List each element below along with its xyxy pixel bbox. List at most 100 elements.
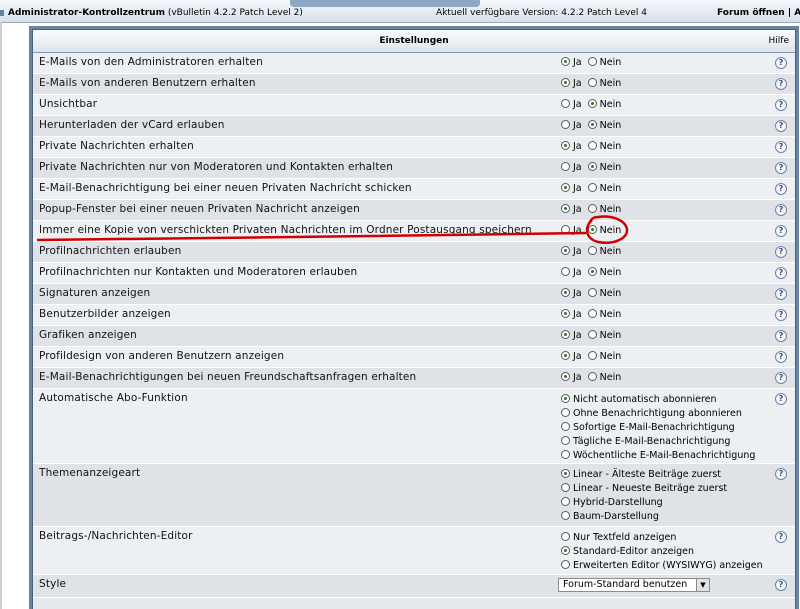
radio-button[interactable] <box>561 309 570 318</box>
radio-option-yes[interactable]: Ja <box>561 267 582 278</box>
radio-option-yes[interactable]: Ja <box>561 351 582 362</box>
radio-button[interactable] <box>561 57 570 66</box>
help-question-icon[interactable]: ? <box>775 531 787 543</box>
help-question-icon[interactable]: ? <box>775 183 787 195</box>
radio-option-no[interactable]: Nein <box>587 183 621 194</box>
help-question-icon[interactable]: ? <box>775 246 787 258</box>
radio-button[interactable] <box>561 162 570 171</box>
radio-button[interactable] <box>561 450 570 459</box>
radio-button[interactable] <box>561 394 570 403</box>
radio-button[interactable] <box>587 120 597 129</box>
radio-button[interactable] <box>587 57 597 66</box>
radio-option-yes[interactable]: Ja <box>561 141 582 152</box>
radio-button[interactable] <box>561 120 570 129</box>
radio-option[interactable]: Nicht automatisch abonnieren <box>561 393 755 407</box>
chevron-down-icon[interactable]: ▼ <box>696 579 709 591</box>
help-question-icon[interactable]: ? <box>775 204 787 216</box>
radio-option-no[interactable]: Nein <box>587 57 621 68</box>
help-question-icon[interactable]: ? <box>775 78 787 90</box>
radio-option-no[interactable]: Nein <box>587 351 621 362</box>
radio-button[interactable] <box>561 330 570 339</box>
radio-button[interactable] <box>561 351 570 360</box>
radio-button[interactable] <box>561 246 570 255</box>
radio-option-no[interactable]: Nein <box>587 204 621 215</box>
help-question-icon[interactable]: ? <box>775 372 787 384</box>
help-question-icon[interactable]: ? <box>775 162 787 174</box>
radio-option-yes[interactable]: Ja <box>561 78 582 89</box>
radio-button[interactable] <box>561 546 570 555</box>
radio-button[interactable] <box>587 225 597 234</box>
radio-option-yes[interactable]: Ja <box>561 183 582 194</box>
radio-button[interactable] <box>587 246 597 255</box>
radio-option-no[interactable]: Nein <box>587 78 621 89</box>
radio-button[interactable] <box>561 99 570 108</box>
radio-option-yes[interactable]: Ja <box>561 246 582 257</box>
radio-option[interactable]: Ohne Benachrichtigung abonnieren <box>561 407 755 421</box>
radio-option[interactable]: Standard-Editor anzeigen <box>561 545 763 559</box>
radio-option-yes[interactable]: Ja <box>561 372 582 383</box>
radio-option-no[interactable]: Nein <box>587 99 621 110</box>
help-question-icon[interactable]: ? <box>775 468 787 480</box>
radio-button[interactable] <box>587 267 597 276</box>
radio-option-yes[interactable]: Ja <box>561 309 582 320</box>
radio-option-no[interactable]: Nein <box>587 309 621 320</box>
help-question-icon[interactable]: ? <box>775 225 787 237</box>
radio-option[interactable]: Tägliche E-Mail-Benachrichtigung <box>561 435 755 449</box>
radio-option-yes[interactable]: Ja <box>561 330 582 341</box>
radio-button[interactable] <box>561 204 570 213</box>
radio-option-no[interactable]: Nein <box>587 288 621 299</box>
radio-option-no[interactable]: Nein <box>587 246 621 257</box>
radio-button[interactable] <box>587 309 597 318</box>
radio-option-no[interactable]: Nein <box>587 267 621 278</box>
radio-button[interactable] <box>561 267 570 276</box>
radio-button[interactable] <box>561 288 570 297</box>
forum-open-link[interactable]: Forum öffnen | Ab <box>717 8 800 18</box>
help-question-icon[interactable]: ? <box>775 309 787 321</box>
help-question-icon[interactable]: ? <box>775 120 787 132</box>
help-question-icon[interactable]: ? <box>775 57 787 69</box>
radio-button[interactable] <box>561 497 570 506</box>
radio-button[interactable] <box>587 372 597 381</box>
radio-option-no[interactable]: Nein <box>587 120 621 131</box>
radio-button[interactable] <box>561 141 570 150</box>
radio-option-yes[interactable]: Ja <box>561 225 582 236</box>
radio-option[interactable]: Nur Textfeld anzeigen <box>561 531 763 545</box>
radio-option[interactable]: Linear - Älteste Beiträge zuerst <box>561 468 727 482</box>
radio-option-yes[interactable]: Ja <box>561 204 582 215</box>
radio-button[interactable] <box>561 532 570 541</box>
radio-option-yes[interactable]: Ja <box>561 162 582 173</box>
radio-button[interactable] <box>561 78 570 87</box>
radio-button[interactable] <box>561 408 570 417</box>
style-select[interactable]: Forum-Standard benutzen ▼ <box>558 578 710 592</box>
radio-button[interactable] <box>587 330 597 339</box>
radio-button[interactable] <box>561 225 570 234</box>
help-question-icon[interactable]: ? <box>775 141 787 153</box>
radio-button[interactable] <box>587 162 597 171</box>
help-question-icon[interactable]: ? <box>775 267 787 279</box>
radio-button[interactable] <box>587 141 597 150</box>
radio-button[interactable] <box>587 99 597 108</box>
radio-button[interactable] <box>561 422 570 431</box>
radio-option-yes[interactable]: Ja <box>561 99 582 110</box>
radio-option-no[interactable]: Nein <box>587 225 621 236</box>
radio-option-no[interactable]: Nein <box>587 372 621 383</box>
radio-button[interactable] <box>587 351 597 360</box>
help-question-icon[interactable]: ? <box>775 288 787 300</box>
radio-option[interactable]: Wöchentliche E-Mail-Benachrichtigung <box>561 449 755 463</box>
radio-button[interactable] <box>561 511 570 520</box>
radio-option-no[interactable]: Nein <box>587 162 621 173</box>
radio-button[interactable] <box>587 183 597 192</box>
radio-button[interactable] <box>561 469 570 478</box>
help-question-icon[interactable]: ? <box>775 579 787 591</box>
radio-option-yes[interactable]: Ja <box>561 288 582 299</box>
radio-button[interactable] <box>561 436 570 445</box>
radio-option-yes[interactable]: Ja <box>561 57 582 68</box>
help-question-icon[interactable]: ? <box>775 393 787 405</box>
radio-option[interactable]: Erweiterten Editor (WYSIWYG) anzeigen <box>561 559 763 573</box>
help-question-icon[interactable]: ? <box>775 99 787 111</box>
help-link[interactable]: Hilfe <box>769 30 789 52</box>
radio-button[interactable] <box>561 483 570 492</box>
radio-option[interactable]: Sofortige E-Mail-Benachrichtigung <box>561 421 755 435</box>
radio-option-yes[interactable]: Ja <box>561 120 582 131</box>
radio-button[interactable] <box>587 288 597 297</box>
